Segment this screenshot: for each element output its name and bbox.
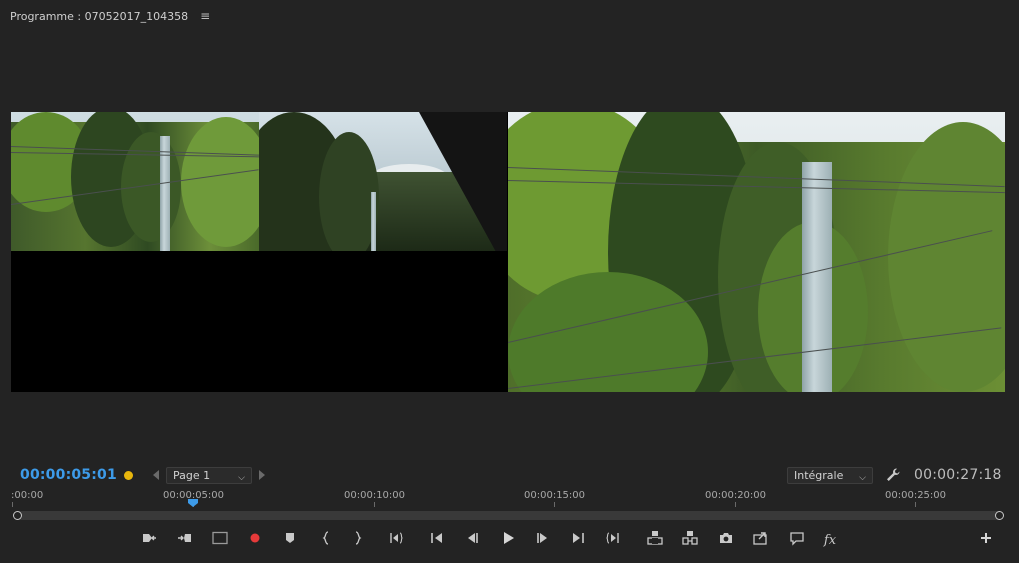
go-to-in-icon xyxy=(388,530,404,550)
add-marker-in-button[interactable] xyxy=(137,528,161,552)
monitor-controls-row: 00:00:05:01 Page 1 ⌵ Intégrale ⌵ 00:00:2… xyxy=(0,466,1019,486)
insert-button[interactable] xyxy=(749,528,773,552)
record-dot-icon xyxy=(247,530,263,550)
ruler-tick xyxy=(374,502,375,507)
go-to-in-button[interactable] xyxy=(384,528,408,552)
wrench-settings-icon[interactable] xyxy=(885,467,901,483)
plus-icon xyxy=(978,530,994,550)
step-back-frame-button[interactable] xyxy=(460,528,484,552)
safe-margins-button[interactable] xyxy=(208,528,232,552)
frame-back-icon xyxy=(464,530,480,550)
multicam-angle-1[interactable] xyxy=(11,112,259,251)
mark-out-button[interactable] xyxy=(346,528,370,552)
previous-page-icon[interactable] xyxy=(153,470,159,480)
transport-controls: fx xyxy=(0,528,1019,554)
zoom-handle-end[interactable] xyxy=(995,511,1004,520)
step-back-icon xyxy=(429,530,445,550)
export-frame-button[interactable] xyxy=(714,528,738,552)
hamburger-menu-icon[interactable]: ≡ xyxy=(200,9,210,23)
insert-icon xyxy=(753,530,769,550)
multicam-angle-2[interactable] xyxy=(259,112,507,251)
program-output-frame[interactable] xyxy=(508,112,1005,392)
open-brace-icon xyxy=(318,530,334,550)
duration-timecode[interactable]: 00:00:27:18 xyxy=(914,467,1002,483)
extract-button[interactable] xyxy=(678,528,702,552)
playback-resolution-select[interactable]: Intégrale ⌵ xyxy=(787,467,873,484)
playback-resolution-value: Intégrale xyxy=(794,469,844,482)
button-editor-button[interactable] xyxy=(974,528,998,552)
page-select-value: Page 1 xyxy=(173,469,211,482)
next-page-icon[interactable] xyxy=(259,470,265,480)
camera-icon xyxy=(718,530,734,550)
chevron-down-icon: ⌵ xyxy=(238,473,245,483)
go-to-out-icon xyxy=(605,530,621,550)
program-monitor-panel: Programme : 07052017_104358 ≡ 00:00:05:0… xyxy=(0,0,1019,563)
step-forward-button[interactable] xyxy=(566,528,590,552)
rectangle-icon xyxy=(212,530,228,550)
mark-in-button[interactable] xyxy=(314,528,338,552)
zoom-handle-start[interactable] xyxy=(13,511,22,520)
comment-button[interactable] xyxy=(785,528,809,552)
ruler-tick xyxy=(554,502,555,507)
marker-icon xyxy=(282,530,298,550)
play-button[interactable] xyxy=(496,528,520,552)
ruler-label: 00:00:15:00 xyxy=(524,490,586,501)
ruler-label: :00:00 xyxy=(11,490,44,501)
playhead-icon[interactable] xyxy=(188,499,198,507)
ruler-label: 00:00:25:00 xyxy=(885,490,947,501)
extract-icon xyxy=(682,530,698,550)
add-marker-out-button[interactable] xyxy=(173,528,197,552)
fx-icon: fx xyxy=(823,532,837,548)
panel-title[interactable]: Programme : 07052017_104358 xyxy=(10,10,188,23)
play-icon xyxy=(500,530,516,550)
chevron-down-icon: ⌵ xyxy=(859,473,866,483)
page-select[interactable]: Page 1 ⌵ xyxy=(166,467,252,484)
ruler-label: 00:00:10:00 xyxy=(344,490,406,501)
playhead-timecode[interactable]: 00:00:05:01 xyxy=(20,467,117,483)
step-forward-icon xyxy=(570,530,586,550)
close-brace-icon xyxy=(350,530,366,550)
step-back-button[interactable] xyxy=(425,528,449,552)
speech-bubble-icon xyxy=(789,530,805,550)
record-button[interactable] xyxy=(243,528,267,552)
time-ruler[interactable]: :00:00 00:00:05:00 00:00:10:00 00:00:15:… xyxy=(0,489,1019,525)
lift-icon xyxy=(647,530,663,550)
marker-indicator-icon[interactable] xyxy=(124,471,133,480)
mark-in-left-icon xyxy=(141,530,157,550)
ruler-label: 00:00:20:00 xyxy=(705,490,767,501)
step-forward-frame-button[interactable] xyxy=(531,528,555,552)
zoom-scroll-bar[interactable] xyxy=(18,511,1000,520)
lift-button[interactable] xyxy=(643,528,667,552)
ruler-tick xyxy=(735,502,736,507)
frame-forward-icon xyxy=(535,530,551,550)
panel-header: Programme : 07052017_104358 ≡ xyxy=(10,8,210,24)
video-viewer[interactable] xyxy=(11,112,1005,392)
mark-out-right-icon xyxy=(177,530,193,550)
ruler-tick xyxy=(12,502,13,507)
add-marker-button[interactable] xyxy=(278,528,302,552)
effects-button[interactable]: fx xyxy=(818,528,842,552)
ruler-tick xyxy=(915,502,916,507)
go-to-out-button[interactable] xyxy=(601,528,625,552)
